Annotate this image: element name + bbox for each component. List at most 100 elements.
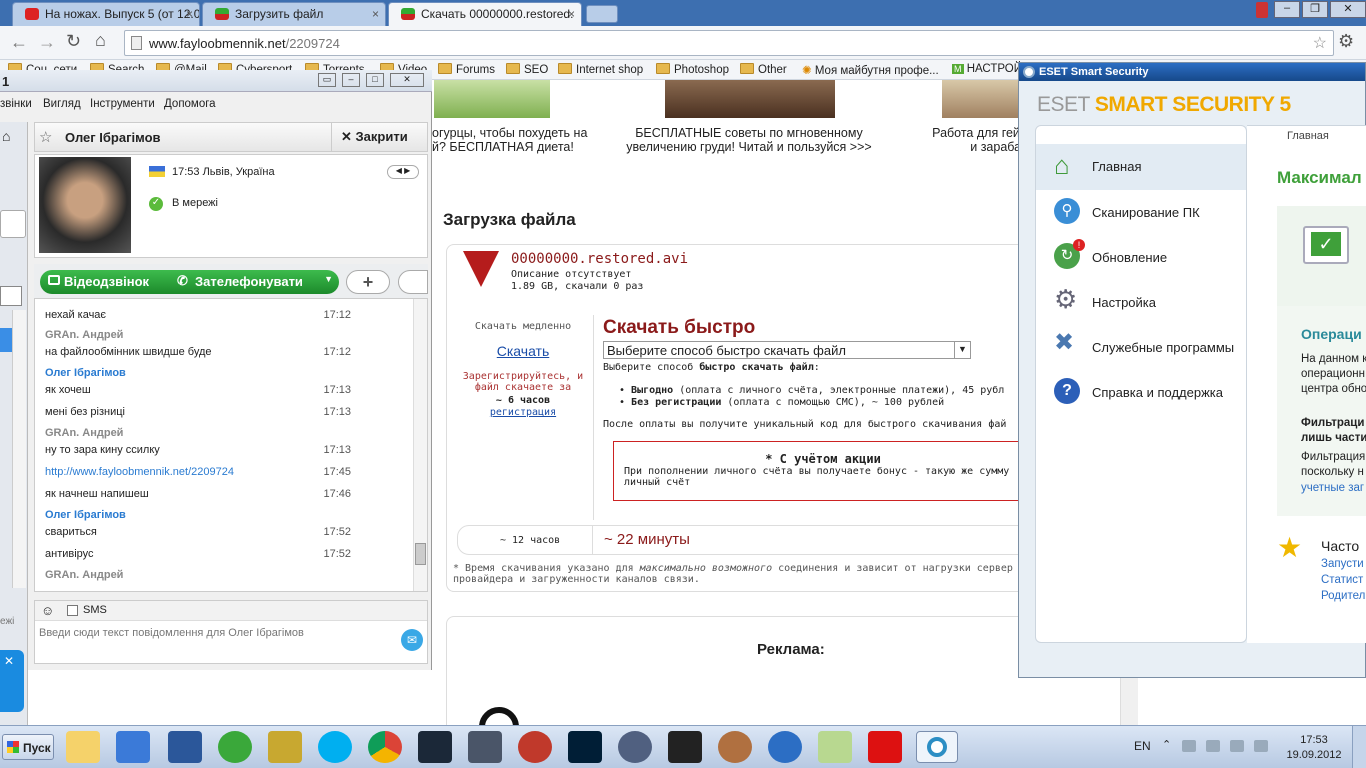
close-icon[interactable]: ×	[568, 7, 575, 21]
frequent-link[interactable]: Статист	[1321, 574, 1363, 586]
call-quality-icon[interactable]	[398, 270, 428, 294]
search-input[interactable]	[0, 286, 22, 306]
nav-item-help[interactable]: ? Справка и поддержка	[1036, 370, 1246, 415]
ad-image[interactable]	[665, 80, 835, 118]
selected-contact[interactable]	[0, 328, 12, 352]
menu-calls[interactable]: звінки	[0, 98, 32, 110]
start-button[interactable]: Пуск	[2, 734, 54, 760]
back-icon[interactable]: ←	[10, 32, 28, 53]
clock-date[interactable]: 19.09.2012	[1280, 749, 1348, 761]
option-profitable[interactable]: • Выгодно (оплата с личного счёта, элект…	[619, 385, 1004, 396]
nav-item-home[interactable]: ⌂ Главная	[1036, 144, 1246, 190]
chrome-icon[interactable]	[368, 731, 402, 763]
bookmark-folder[interactable]: SEO	[506, 63, 548, 76]
home-icon[interactable]: ⌂	[95, 30, 106, 51]
app-icon[interactable]	[518, 731, 552, 763]
close-window-button[interactable]: ✕	[390, 73, 424, 87]
close-icon[interactable]: ×	[372, 7, 379, 21]
teddy-bear-icon[interactable]	[718, 731, 752, 763]
skype-icon[interactable]	[318, 731, 352, 763]
notification-panel[interactable]: ✕	[0, 650, 24, 712]
contacts-scrollbar[interactable]	[12, 310, 26, 588]
search-contacts[interactable]	[0, 210, 26, 238]
tray-expand-icon[interactable]: ⌃	[1162, 738, 1171, 751]
favorite-star-icon[interactable]: ☆	[39, 128, 52, 146]
frequent-link[interactable]: Запусти	[1321, 558, 1364, 570]
address-bar[interactable]: www.fayloobmennik.net/2209724 ☆	[124, 30, 1334, 56]
bookmark-folder[interactable]: Internet shop	[558, 63, 643, 76]
emoticon-icon[interactable]: ☺	[41, 603, 54, 618]
nav-item-tools[interactable]: ✖ Служебные программы	[1036, 325, 1246, 370]
app-icon[interactable]	[618, 731, 652, 763]
ad-image[interactable]	[434, 80, 550, 118]
ad-image[interactable]	[942, 80, 1022, 118]
bookmark-link[interactable]: M НАСТРОЙ	[952, 63, 1022, 75]
tab-youtube[interactable]: На ножах. Выпуск 5 (от 12.0 ×	[12, 2, 200, 26]
bookmark-folder[interactable]: Photoshop	[656, 63, 729, 76]
nav-item-settings[interactable]: ⚙ Настройка	[1036, 280, 1246, 325]
slow-download-link[interactable]: Скачать	[461, 343, 585, 359]
close-icon[interactable]: ×	[186, 7, 193, 21]
new-tab-button[interactable]	[586, 5, 618, 23]
avatar[interactable]	[39, 157, 131, 253]
monitor-app-icon[interactable]	[468, 731, 502, 763]
photoshop-icon[interactable]	[568, 731, 602, 763]
reload-icon[interactable]: ↻	[66, 31, 81, 52]
home-icon[interactable]: ⌂	[2, 128, 10, 144]
media-player-icon[interactable]	[116, 731, 150, 763]
steam-icon[interactable]	[418, 731, 452, 763]
star-icon[interactable]: ☆	[1313, 33, 1327, 53]
utorrent-icon[interactable]	[218, 731, 252, 763]
call-button[interactable]: ✆ Зателефонувати ▼	[169, 270, 339, 294]
acrobat-icon[interactable]	[868, 731, 902, 763]
ad-text[interactable]: БЕСПЛАТНЫЕ советы по мгновенному увеличе…	[624, 126, 874, 154]
app-icon[interactable]	[768, 731, 802, 763]
ad-logo[interactable]	[479, 707, 519, 725]
bookmark-folder[interactable]: Other	[740, 63, 787, 76]
fast-method-select[interactable]: Выберите способ быстро скачать файл ▼	[603, 341, 971, 359]
nav-item-scan[interactable]: ⚲ Сканирование ПК	[1036, 190, 1246, 235]
menu-wrench-icon[interactable]: ⚙	[1338, 31, 1354, 52]
option-no-registration[interactable]: • Без регистрации (оплата с помощью СМС)…	[619, 397, 944, 408]
tab-download[interactable]: Скачать 00000000.restored. ×	[388, 2, 582, 26]
send-message-icon[interactable]: ✉	[401, 629, 423, 651]
menu-help[interactable]: Допомога	[164, 98, 216, 110]
tab-upload[interactable]: Загрузить файл ×	[202, 2, 386, 26]
close-chat-button[interactable]: ✕ Закрити	[341, 129, 408, 145]
bookmark-folder[interactable]: Forums	[438, 63, 495, 76]
message-input[interactable]: Введи сюди текст повідомлення для Олег І…	[39, 627, 389, 659]
volume-icon[interactable]	[1254, 740, 1268, 752]
tray-icon[interactable]	[1206, 740, 1220, 752]
close-window-button[interactable]: ✕	[1330, 1, 1366, 18]
compact-view-button[interactable]: ▭	[318, 73, 336, 87]
network-icon[interactable]	[1230, 740, 1244, 752]
game-icon[interactable]	[268, 731, 302, 763]
bookmark-link[interactable]: ✺ Моя майбутня профе...	[802, 63, 939, 77]
nav-item-update[interactable]: ↻ ! Обновление	[1036, 235, 1246, 280]
frequent-link[interactable]: Родител	[1321, 590, 1365, 602]
app-icon[interactable]	[668, 731, 702, 763]
explorer-icon[interactable]	[66, 731, 100, 763]
register-link[interactable]: регистрация	[461, 407, 585, 418]
forward-icon[interactable]: →	[38, 32, 56, 53]
word-icon[interactable]	[168, 731, 202, 763]
eset-taskbar-button[interactable]	[916, 731, 958, 763]
minimize-button[interactable]: –	[342, 73, 360, 87]
clock-time[interactable]: 17:53	[1290, 734, 1338, 746]
maximize-button[interactable]: □	[366, 73, 384, 87]
add-button[interactable]: +	[346, 270, 390, 294]
app-icon[interactable]	[818, 731, 852, 763]
profile-pager[interactable]: ◀ ▶	[387, 165, 419, 179]
scroll-thumb[interactable]	[415, 543, 426, 565]
minimize-button[interactable]: –	[1274, 1, 1300, 18]
chat-scrollbar[interactable]	[413, 299, 427, 591]
ad-text[interactable]: огурцы, чтобы похудеть на й? БЕСПЛАТНАЯ …	[432, 126, 612, 154]
language-indicator[interactable]: EN	[1134, 739, 1151, 753]
menu-view[interactable]: Вигляд	[43, 98, 81, 110]
accounts-link[interactable]: учетные заг	[1301, 482, 1364, 494]
chevron-down-icon[interactable]: ▼	[954, 342, 970, 358]
restore-button[interactable]: ❐	[1302, 1, 1328, 18]
tray-icon[interactable]	[1182, 740, 1196, 752]
chat-link[interactable]: http://www.fayloobmennik.net/2209724	[45, 466, 234, 478]
chevron-down-icon[interactable]: ▼	[324, 274, 333, 284]
